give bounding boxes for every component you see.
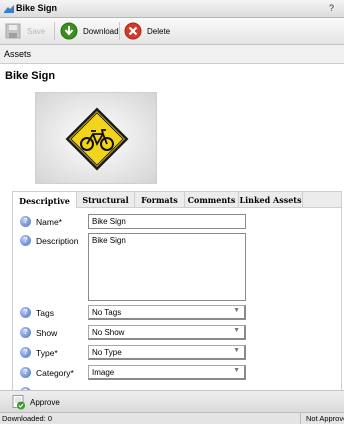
category-select[interactable]: Image ▼ [88, 365, 246, 380]
name-label: Name* [36, 217, 62, 227]
delete-button[interactable]: Delete [124, 21, 170, 41]
description-field[interactable]: Bike Sign [88, 233, 246, 301]
chevron-down-icon: ▼ [233, 327, 240, 334]
download-icon [60, 22, 78, 40]
window-title: Bike Sign [16, 3, 58, 13]
help-icon[interactable]: ? [20, 327, 31, 338]
tab-formats[interactable]: Formats [135, 192, 185, 208]
breadcrumb-assets[interactable]: Assets [4, 49, 31, 59]
type-label: Type* [36, 348, 58, 358]
help-icon[interactable]: ? [20, 216, 31, 227]
chevron-down-icon: ▼ [233, 307, 240, 314]
delete-icon [124, 22, 142, 40]
window-titlebar: Bike Sign ? [0, 0, 344, 18]
show-value: No Show [92, 328, 125, 337]
bike-sign-image [65, 107, 129, 171]
status-bar: Downloaded: 0 Not Approved [0, 412, 344, 424]
descriptive-form: ? Name* Bike Sign ? Description Bike Sig… [12, 208, 342, 390]
approve-bar: Approve [0, 390, 344, 412]
type-value: No Type [92, 348, 122, 357]
category-label: Category* [36, 368, 74, 378]
toolbar: Save Download Delete [0, 18, 344, 45]
save-icon [5, 23, 21, 39]
save-button[interactable]: Save [4, 21, 45, 41]
save-label: Save [27, 26, 46, 36]
help-button[interactable]: ? [329, 3, 334, 13]
status-divider [300, 413, 301, 424]
approve-icon [12, 394, 25, 409]
tab-linked-assets[interactable]: Linked Assets [239, 192, 303, 208]
help-icon[interactable]: ? [20, 307, 31, 318]
tags-value: No Tags [92, 308, 122, 317]
toolbar-divider [54, 22, 55, 40]
tab-structural[interactable]: Structural [77, 192, 135, 208]
approval-status: Not Approved [306, 414, 344, 423]
delete-label: Delete [147, 26, 171, 36]
download-button[interactable]: Download [60, 21, 119, 41]
app-icon [4, 5, 14, 13]
help-icon[interactable]: ? [20, 367, 31, 378]
show-select[interactable]: No Show ▼ [88, 325, 246, 340]
toolbar-divider [119, 22, 120, 40]
description-label: Description [36, 236, 79, 246]
tab-bar: Descriptive Structural Formats Comments … [12, 191, 342, 209]
approve-label: Approve [30, 397, 60, 407]
page-title: Bike Sign [5, 70, 56, 82]
tab-comments[interactable]: Comments [185, 192, 239, 208]
show-label: Show [36, 328, 58, 338]
help-icon[interactable]: ? [20, 235, 31, 246]
asset-thumbnail [35, 92, 157, 184]
download-label: Download [83, 26, 119, 36]
tab-descriptive[interactable]: Descriptive [13, 192, 77, 209]
tags-select[interactable]: No Tags ▼ [88, 305, 246, 320]
approve-button[interactable]: Approve [12, 394, 60, 410]
downloaded-count: Downloaded: 0 [2, 414, 53, 423]
category-value: Image [92, 368, 115, 377]
chevron-down-icon: ▼ [233, 347, 240, 354]
name-field[interactable]: Bike Sign [88, 214, 246, 229]
type-select[interactable]: No Type ▼ [88, 345, 246, 360]
breadcrumb: Assets [0, 45, 344, 64]
chevron-down-icon: ▼ [233, 367, 240, 374]
tags-label: Tags [36, 308, 54, 318]
help-icon[interactable]: ? [20, 347, 31, 358]
